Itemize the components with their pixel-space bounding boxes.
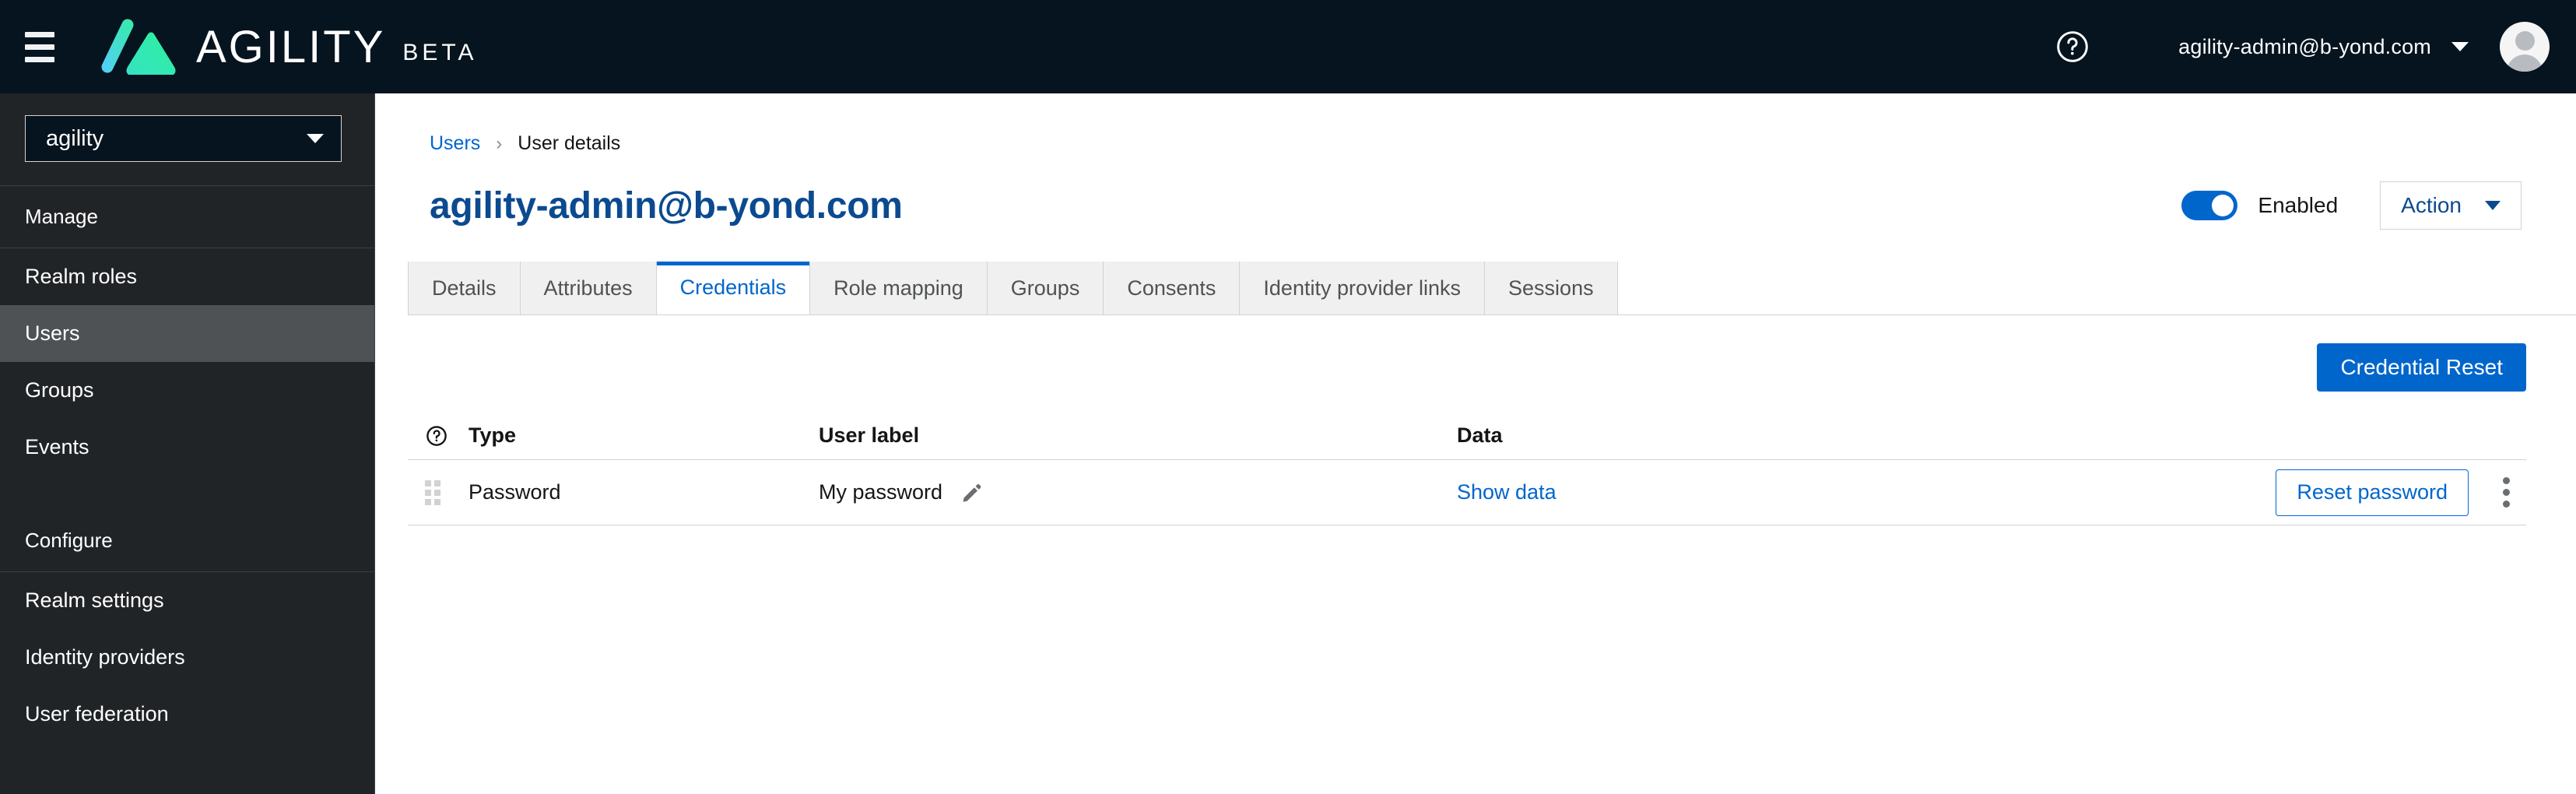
grip-dot [425,489,431,496]
credentials-table: Type User label Data Password My passwor… [375,412,2576,525]
drag-grip-icon[interactable] [425,480,442,505]
tab-groups[interactable]: Groups [987,262,1104,314]
nav-section-configure-header: Configure [25,529,113,552]
reset-password-button[interactable]: Reset password [2276,469,2469,516]
user-label-value: My password [819,480,943,504]
avatar-head [2515,31,2535,51]
toggle-knob [2212,195,2234,216]
column-header-type: Type [469,423,517,447]
grip-dot [434,480,440,487]
kebab-dot [2502,501,2510,508]
sidebar: agility Manage Realm roles Users Groups … [0,93,375,794]
table-header-row: Type User label Data [408,412,2526,460]
sidebar-item-realm-roles[interactable]: Realm roles [0,248,374,305]
brand-name: AGILITY [196,21,386,72]
header-help-cell [408,424,469,448]
help-circle-icon[interactable] [2055,30,2090,64]
avatar-body [2507,54,2543,72]
realm-selector[interactable]: agility [25,115,342,162]
enabled-toggle[interactable] [2181,191,2238,220]
masthead-right: agility-admin@b-yond.com [2055,22,2576,72]
main-content: Users › User details agility-admin@b-yon… [375,93,2576,794]
hamburger-bar [25,56,54,62]
user-email-menu[interactable]: agility-admin@b-yond.com [2178,35,2431,59]
tab-consents[interactable]: Consents [1104,262,1241,314]
page-title-actions: Enabled Action [2181,181,2522,230]
row-drag-cell [408,480,469,505]
chevron-down-icon[interactable] [2451,42,2469,51]
realm-selector-wrap: agility [0,93,374,185]
masthead: AGILITY BETA agility-admin@b-yond.com [0,0,2576,93]
kebab-dot [2502,477,2510,484]
tab-details[interactable]: Details [408,262,521,314]
realm-selector-value: agility [46,125,104,151]
kebab-menu-icon[interactable] [2486,473,2526,513]
brand-beta-tag: BETA [402,40,478,65]
tab-attributes[interactable]: Attributes [520,262,657,314]
column-header-user-label: User label [819,423,920,447]
action-dropdown-label: Action [2401,193,2462,217]
cell-data: Show data [1457,480,2276,504]
grip-dot [434,489,440,496]
help-circle-icon[interactable] [425,424,448,448]
enabled-toggle-label: Enabled [2258,193,2339,217]
sidebar-item-users[interactable]: Users [0,305,374,362]
hamburger-icon[interactable] [17,24,62,69]
credential-reset-button[interactable]: Credential Reset [2317,343,2526,392]
tab-sessions[interactable]: Sessions [1485,262,1618,314]
chevron-down-icon [2485,201,2501,210]
user-detail-tabs: Details Attributes Credentials Role mapp… [408,262,2576,315]
sidebar-item-groups[interactable]: Groups [0,362,374,419]
sidebar-item-identity-providers[interactable]: Identity providers [0,629,374,686]
grip-dot [425,498,431,505]
page-title-row: agility-admin@b-yond.com Enabled Action [375,155,2576,230]
cell-user-label: My password [819,480,1457,504]
kebab-dot [2502,489,2510,496]
sidebar-item-events[interactable]: Events [0,419,374,476]
nav-section-manage-header: Manage [25,205,98,228]
breadcrumb-separator-icon: › [496,132,503,154]
breadcrumb-users-link[interactable]: Users [430,132,480,155]
show-data-link[interactable]: Show data [1457,480,1556,504]
sidebar-item-realm-settings[interactable]: Realm settings [0,572,374,629]
hamburger-bar [25,44,54,50]
cell-credential-type: Password [469,480,561,504]
tab-identity-provider-links[interactable]: Identity provider links [1240,262,1486,314]
sidebar-item-user-federation[interactable]: User federation [0,686,374,743]
hamburger-bar [25,31,54,37]
agility-triangle-logo [101,19,176,75]
brand[interactable]: AGILITY BETA [95,19,478,75]
grip-dot [425,480,431,487]
avatar[interactable] [2500,22,2550,72]
tab-role-mapping[interactable]: Role mapping [810,262,988,314]
column-header-data: Data [1457,423,1503,447]
action-dropdown-button[interactable]: Action [2380,181,2522,230]
breadcrumb: Users › User details [375,93,2576,155]
table-row: Password My password Show data Reset pas… [408,460,2526,525]
cell-row-actions: Reset password [2276,469,2526,516]
pencil-edit-icon[interactable] [960,481,983,504]
page-title: agility-admin@b-yond.com [430,184,903,227]
grip-dot [434,498,440,505]
breadcrumb-current: User details [518,132,621,154]
credentials-toolbar: Credential Reset [375,315,2576,392]
tab-credentials[interactable]: Credentials [656,262,811,314]
chevron-down-icon [307,134,324,143]
